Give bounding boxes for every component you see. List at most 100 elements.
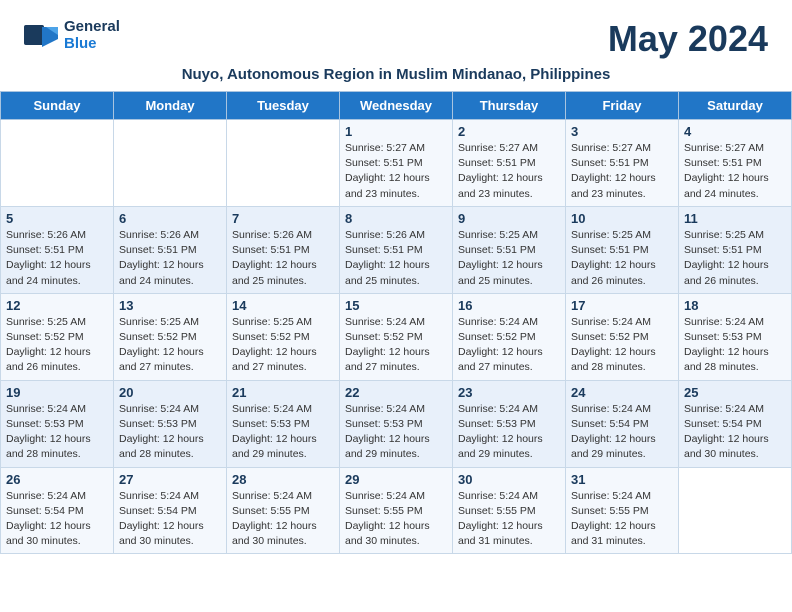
day-info: Sunrise: 5:27 AMSunset: 5:51 PMDaylight:… — [684, 141, 786, 202]
calendar-cell: 8 Sunrise: 5:26 AMSunset: 5:51 PMDaylight… — [340, 206, 453, 293]
weekday-header: Thursday — [453, 92, 566, 120]
logo-line2: Blue — [64, 35, 97, 52]
day-number: 18 — [684, 298, 786, 313]
day-number: 7 — [232, 211, 334, 226]
day-number: 11 — [684, 211, 786, 226]
calendar-cell: 13 Sunrise: 5:25 AMSunset: 5:52 PMDayligh… — [114, 293, 227, 380]
calendar-cell: 14 Sunrise: 5:25 AMSunset: 5:52 PMDayligh… — [227, 293, 340, 380]
day-info: Sunrise: 5:24 AMSunset: 5:54 PMDaylight:… — [571, 402, 673, 463]
subtitle: Nuyo, Autonomous Region in Muslim Mindan… — [0, 64, 792, 91]
day-info: Sunrise: 5:24 AMSunset: 5:53 PMDaylight:… — [684, 315, 786, 376]
day-info: Sunrise: 5:26 AMSunset: 5:51 PMDaylight:… — [232, 228, 334, 289]
calendar-cell: 2Sunrise: 5:27 AMSunset: 5:51 PMDaylight… — [453, 120, 566, 207]
day-number: 28 — [232, 472, 334, 487]
calendar-week-row: 26 Sunrise: 5:24 AMSunset: 5:54 PMDayligh… — [1, 467, 792, 554]
day-number: 3 — [571, 124, 673, 139]
calendar-cell: 18 Sunrise: 5:24 AMSunset: 5:53 PMDayligh… — [679, 293, 792, 380]
calendar-cell: 31Sunrise: 5:24 AMSunset: 5:55 PMDayligh… — [566, 467, 679, 554]
calendar-cell: 1Sunrise: 5:27 AMSunset: 5:51 PMDaylight… — [340, 120, 453, 207]
day-info: Sunrise: 5:24 AMSunset: 5:53 PMDaylight:… — [458, 402, 560, 463]
day-number: 4 — [684, 124, 786, 139]
logo: General Blue — [24, 18, 120, 53]
calendar-cell — [227, 120, 340, 207]
day-number: 17 — [571, 298, 673, 313]
calendar-cell: 5 Sunrise: 5:26 AMSunset: 5:51 PMDaylight… — [1, 206, 114, 293]
day-number: 20 — [119, 385, 221, 400]
calendar-week-row: 5 Sunrise: 5:26 AMSunset: 5:51 PMDaylight… — [1, 206, 792, 293]
day-info: Sunrise: 5:25 AMSunset: 5:51 PMDaylight:… — [458, 228, 560, 289]
weekday-header: Saturday — [679, 92, 792, 120]
weekday-header: Tuesday — [227, 92, 340, 120]
day-number: 26 — [6, 472, 108, 487]
calendar-cell — [679, 467, 792, 554]
logo-text: General Blue — [64, 18, 120, 53]
calendar-cell: 15 Sunrise: 5:24 AMSunset: 5:52 PMDayligh… — [340, 293, 453, 380]
logo-icon — [24, 21, 60, 49]
day-info: Sunrise: 5:24 AMSunset: 5:53 PMDaylight:… — [232, 402, 334, 463]
day-info: Sunrise: 5:24 AMSunset: 5:55 PMDaylight:… — [571, 489, 673, 550]
calendar-cell: 17 Sunrise: 5:24 AMSunset: 5:52 PMDayligh… — [566, 293, 679, 380]
day-info: Sunrise: 5:25 AMSunset: 5:52 PMDaylight:… — [6, 315, 108, 376]
page-header: General Blue May 2024 — [0, 0, 792, 64]
day-info: Sunrise: 5:24 AMSunset: 5:52 PMDaylight:… — [571, 315, 673, 376]
month-title: May 2024 — [608, 18, 768, 60]
calendar-cell: 10Sunrise: 5:25 AMSunset: 5:51 PMDayligh… — [566, 206, 679, 293]
calendar-cell — [1, 120, 114, 207]
calendar-cell: 22Sunrise: 5:24 AMSunset: 5:53 PMDayligh… — [340, 380, 453, 467]
day-info: Sunrise: 5:26 AMSunset: 5:51 PMDaylight:… — [345, 228, 447, 289]
day-info: Sunrise: 5:26 AMSunset: 5:51 PMDaylight:… — [6, 228, 108, 289]
calendar-cell: 3 Sunrise: 5:27 AMSunset: 5:51 PMDaylight… — [566, 120, 679, 207]
calendar-cell: 9Sunrise: 5:25 AMSunset: 5:51 PMDaylight… — [453, 206, 566, 293]
day-number: 19 — [6, 385, 108, 400]
calendar-cell: 30 Sunrise: 5:24 AMSunset: 5:55 PMDayligh… — [453, 467, 566, 554]
logo-line1: General — [64, 18, 120, 35]
weekday-header: Sunday — [1, 92, 114, 120]
day-number: 29 — [345, 472, 447, 487]
day-number: 5 — [6, 211, 108, 226]
day-info: Sunrise: 5:24 AMSunset: 5:54 PMDaylight:… — [119, 489, 221, 550]
day-info: Sunrise: 5:24 AMSunset: 5:55 PMDaylight:… — [345, 489, 447, 550]
day-info: Sunrise: 5:25 AMSunset: 5:52 PMDaylight:… — [232, 315, 334, 376]
calendar-table: SundayMondayTuesdayWednesdayThursdayFrid… — [0, 91, 792, 554]
day-info: Sunrise: 5:24 AMSunset: 5:55 PMDaylight:… — [458, 489, 560, 550]
calendar-cell: 21 Sunrise: 5:24 AMSunset: 5:53 PMDayligh… — [227, 380, 340, 467]
day-number: 15 — [345, 298, 447, 313]
day-number: 2 — [458, 124, 560, 139]
day-info: Sunrise: 5:24 AMSunset: 5:53 PMDaylight:… — [345, 402, 447, 463]
calendar-cell: 26 Sunrise: 5:24 AMSunset: 5:54 PMDayligh… — [1, 467, 114, 554]
calendar-week-row: 12 Sunrise: 5:25 AMSunset: 5:52 PMDayligh… — [1, 293, 792, 380]
weekday-header: Monday — [114, 92, 227, 120]
day-info: Sunrise: 5:24 AMSunset: 5:55 PMDaylight:… — [232, 489, 334, 550]
weekday-header: Friday — [566, 92, 679, 120]
calendar-cell: 29 Sunrise: 5:24 AMSunset: 5:55 PMDayligh… — [340, 467, 453, 554]
calendar-cell: 28 Sunrise: 5:24 AMSunset: 5:55 PMDayligh… — [227, 467, 340, 554]
calendar-cell: 7 Sunrise: 5:26 AMSunset: 5:51 PMDaylight… — [227, 206, 340, 293]
day-info: Sunrise: 5:27 AMSunset: 5:51 PMDaylight:… — [571, 141, 673, 202]
calendar-cell — [114, 120, 227, 207]
calendar-cell: 11Sunrise: 5:25 AMSunset: 5:51 PMDayligh… — [679, 206, 792, 293]
day-number: 21 — [232, 385, 334, 400]
day-info: Sunrise: 5:24 AMSunset: 5:52 PMDaylight:… — [345, 315, 447, 376]
calendar-cell: 25 Sunrise: 5:24 AMSunset: 5:54 PMDayligh… — [679, 380, 792, 467]
day-number: 25 — [684, 385, 786, 400]
calendar-cell: 27 Sunrise: 5:24 AMSunset: 5:54 PMDayligh… — [114, 467, 227, 554]
day-info: Sunrise: 5:25 AMSunset: 5:52 PMDaylight:… — [119, 315, 221, 376]
day-number: 14 — [232, 298, 334, 313]
day-number: 27 — [119, 472, 221, 487]
calendar-cell: 23Sunrise: 5:24 AMSunset: 5:53 PMDayligh… — [453, 380, 566, 467]
day-number: 12 — [6, 298, 108, 313]
day-number: 13 — [119, 298, 221, 313]
day-info: Sunrise: 5:24 AMSunset: 5:53 PMDaylight:… — [119, 402, 221, 463]
calendar-week-row: 19 Sunrise: 5:24 AMSunset: 5:53 PMDayligh… — [1, 380, 792, 467]
calendar-week-row: 1Sunrise: 5:27 AMSunset: 5:51 PMDaylight… — [1, 120, 792, 207]
day-number: 30 — [458, 472, 560, 487]
day-info: Sunrise: 5:26 AMSunset: 5:51 PMDaylight:… — [119, 228, 221, 289]
day-number: 8 — [345, 211, 447, 226]
calendar-cell: 16Sunrise: 5:24 AMSunset: 5:52 PMDayligh… — [453, 293, 566, 380]
day-info: Sunrise: 5:24 AMSunset: 5:54 PMDaylight:… — [684, 402, 786, 463]
calendar-cell: 6Sunrise: 5:26 AMSunset: 5:51 PMDaylight… — [114, 206, 227, 293]
day-info: Sunrise: 5:27 AMSunset: 5:51 PMDaylight:… — [345, 141, 447, 202]
day-info: Sunrise: 5:24 AMSunset: 5:54 PMDaylight:… — [6, 489, 108, 550]
day-number: 24 — [571, 385, 673, 400]
calendar-cell: 20 Sunrise: 5:24 AMSunset: 5:53 PMDayligh… — [114, 380, 227, 467]
